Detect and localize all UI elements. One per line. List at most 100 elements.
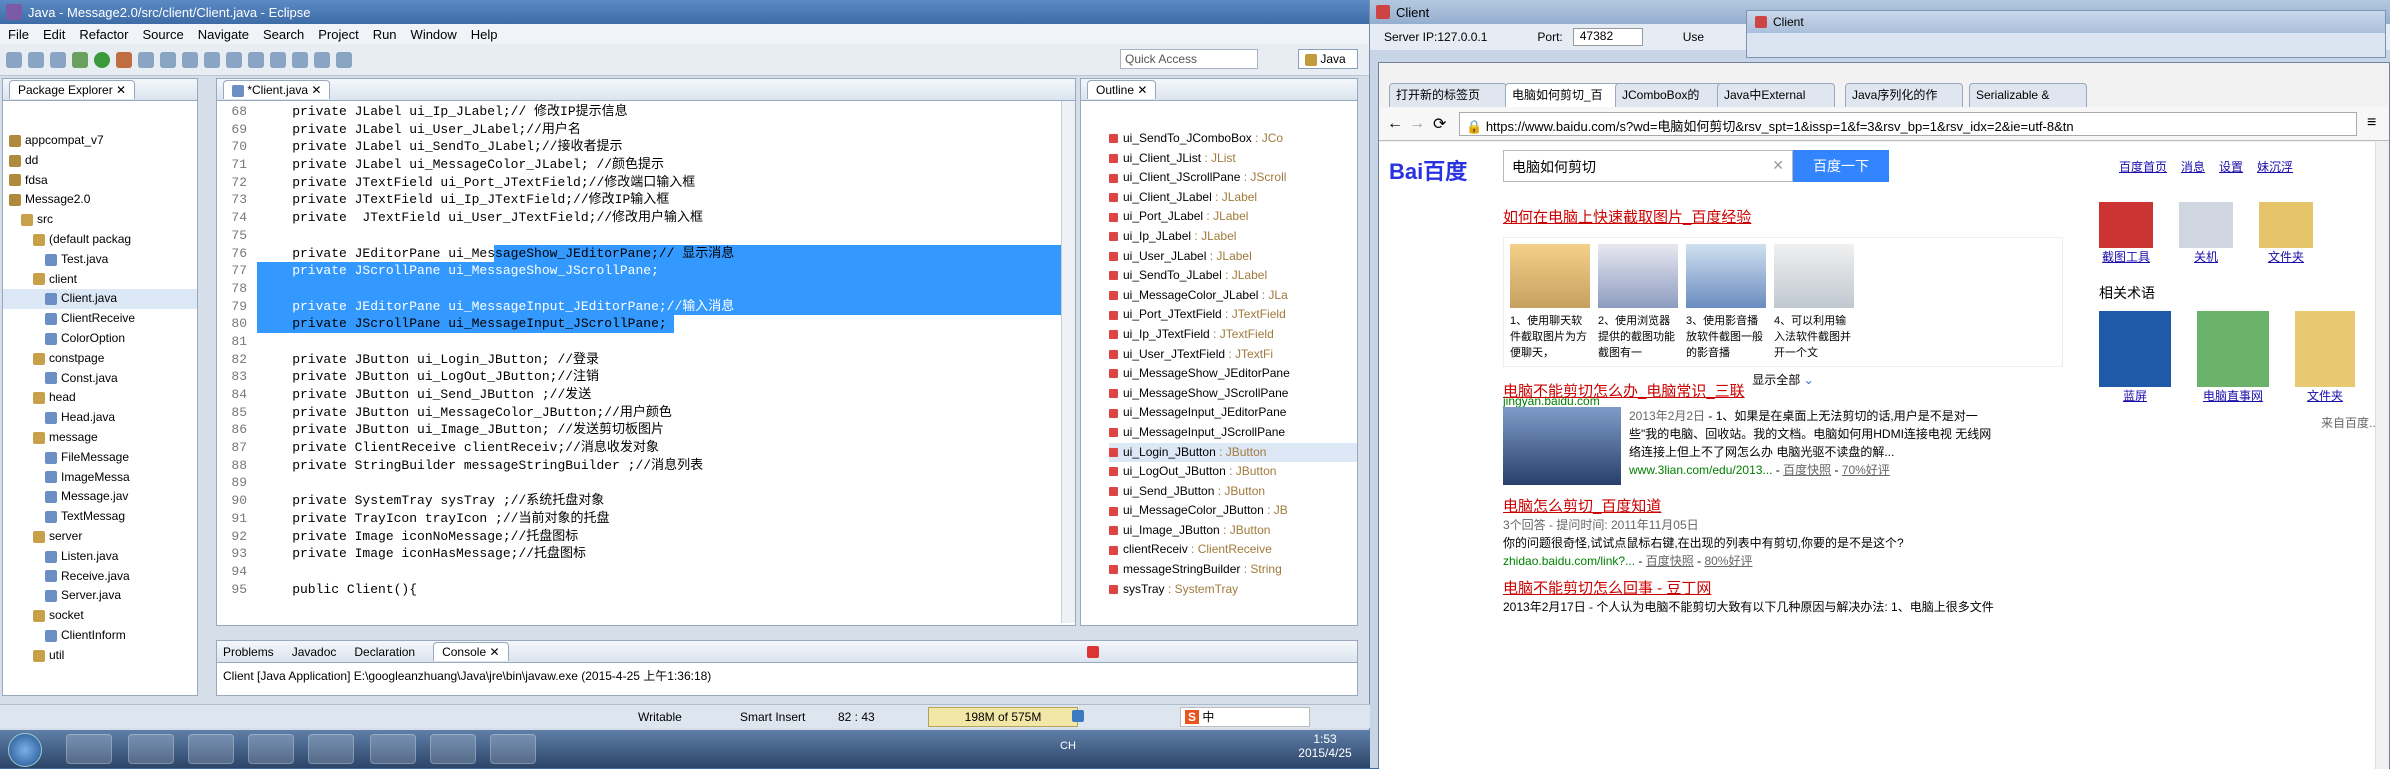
menu-source[interactable]: Source: [143, 27, 184, 42]
trash-gc-icon[interactable]: [1072, 710, 1084, 722]
code-line[interactable]: 90 private SystemTray sysTray ;//系统托盘对象: [217, 492, 1075, 510]
start-button[interactable]: [8, 733, 42, 767]
result-3-rate[interactable]: 80%好评: [1704, 554, 1752, 568]
step-3[interactable]: 3、使用影音播放软件截图一般的影音播: [1686, 244, 1766, 360]
code-line[interactable]: 86 private JButton ui_Image_JButton; //发…: [217, 421, 1075, 440]
outline-item[interactable]: ui_Client_JList : JList: [1109, 149, 1357, 169]
code-line[interactable]: 81: [217, 332, 1075, 351]
chrome-tab[interactable]: JComboBox的: [1615, 83, 1733, 107]
package-tree-item[interactable]: message: [3, 428, 197, 448]
explorer-taskbar-icon[interactable]: [66, 734, 112, 764]
result-3-title[interactable]: 电脑怎么剪切_百度知道: [1503, 498, 2063, 516]
new-class-icon[interactable]: [182, 51, 198, 68]
step-4[interactable]: 4、可以利用输入法软件截图并开一个文: [1774, 244, 1854, 360]
run-icon[interactable]: [94, 51, 110, 68]
code-line[interactable]: 89: [217, 474, 1075, 493]
port-field[interactable]: 47382: [1572, 28, 1643, 46]
related-3[interactable]: 文件夹: [2295, 311, 2355, 404]
outline-item[interactable]: ui_LogOut_JButton : JButton: [1109, 462, 1357, 482]
code-line[interactable]: 92 private Image iconNoMessage;//托盘图标: [217, 527, 1075, 546]
code-line[interactable]: 76 private JEditorPane ui_MessageShow_JE…: [217, 244, 1075, 263]
language-indicator[interactable]: CH: [1060, 740, 1076, 752]
menu-file[interactable]: File: [8, 27, 29, 42]
code-line[interactable]: 73 private JTextField ui_Ip_JTextField;/…: [217, 191, 1075, 210]
link-messages[interactable]: 消息: [2181, 158, 2205, 175]
outline-item[interactable]: clientReceiv : ClientReceive: [1109, 540, 1357, 560]
tab-problems[interactable]: Problems: [223, 645, 274, 659]
java-taskbar-icon-1[interactable]: [370, 734, 416, 764]
app-taskbar-icon[interactable]: [128, 734, 174, 764]
reload-icon[interactable]: ⟳: [1433, 114, 1446, 134]
menu-help[interactable]: Help: [471, 27, 498, 42]
package-tree-item[interactable]: FileMessage: [3, 448, 197, 468]
menu-icon[interactable]: ≡: [2367, 114, 2376, 132]
tab-javadoc[interactable]: Javadoc: [292, 645, 337, 659]
open-type-icon[interactable]: [204, 51, 220, 68]
outline-item[interactable]: ui_Login_JButton : JButton: [1109, 442, 1357, 463]
code-line[interactable]: 72 private JTextField ui_Port_JTextField…: [217, 173, 1075, 192]
menu-navigate[interactable]: Navigate: [198, 27, 249, 42]
package-tree-item[interactable]: client: [3, 270, 197, 290]
outline-item[interactable]: ui_SendTo_JComboBox : JCo: [1109, 129, 1357, 149]
package-tree-item[interactable]: ColorOption: [3, 329, 197, 349]
menu-window[interactable]: Window: [411, 27, 457, 42]
package-tree-item[interactable]: util: [3, 646, 197, 666]
link-settings[interactable]: 设置: [2219, 158, 2243, 175]
outline-item[interactable]: ui_User_JLabel : JLabel: [1109, 247, 1357, 267]
forward-arrow-icon[interactable]: →: [1409, 115, 1425, 133]
package-tree-item[interactable]: TextMessag: [3, 507, 197, 527]
package-tree-item[interactable]: Head.java: [3, 408, 197, 428]
outline-item[interactable]: ui_User_JTextField : JTextFi: [1109, 345, 1357, 365]
code-line[interactable]: 77 private JScrollPane ui_MessageShow_JS…: [217, 262, 1075, 280]
step-2[interactable]: 2、使用浏览器提供的截图功能截图有一: [1598, 244, 1678, 360]
new-package-icon[interactable]: [160, 51, 176, 68]
code-line[interactable]: 71 private JLabel ui_MessageColor_JLabel…: [217, 156, 1075, 174]
outline-item[interactable]: ui_SendTo_JLabel : JLabel: [1109, 266, 1357, 286]
step-1[interactable]: 1、使用聊天软件截取图片为方便聊天，: [1510, 244, 1590, 360]
outline-item[interactable]: ui_MessageShow_JEditorPane: [1109, 364, 1357, 384]
baidu-logo[interactable]: Bai百度: [1389, 154, 1467, 186]
code-line[interactable]: 87 private ClientReceive clientReceiv;//…: [217, 439, 1075, 457]
package-tree-item[interactable]: socket: [3, 606, 197, 626]
code-line[interactable]: 83 private JButton ui_LogOut_JButton;//注…: [217, 368, 1075, 386]
page-scrollbar[interactable]: [2375, 142, 2389, 769]
network-taskbar-icon[interactable]: [188, 734, 234, 764]
prev-annotation-icon[interactable]: [292, 51, 308, 68]
code-line[interactable]: 91 private TrayIcon trayIcon ;//当前对象的托盘: [217, 509, 1075, 528]
java-taskbar-icon-2[interactable]: [430, 734, 476, 764]
code-line[interactable]: 79 private JEditorPane ui_MessageInput_J…: [217, 297, 1075, 316]
package-tree-item[interactable]: (default packag: [3, 230, 197, 250]
quick-access-input[interactable]: Quick Access: [1120, 49, 1258, 69]
result-4-title[interactable]: 电脑不能剪切怎么回事 - 豆丁网: [1503, 580, 2063, 598]
debug-icon[interactable]: [72, 51, 88, 68]
new-java-project-icon[interactable]: [138, 51, 154, 68]
right-icon-2[interactable]: 关机: [2179, 202, 2233, 265]
chrome-taskbar-icon[interactable]: [248, 734, 294, 764]
save-icon[interactable]: [28, 51, 44, 68]
package-tree-item[interactable]: Listen.java: [3, 547, 197, 567]
right-icon-3[interactable]: 文件夹: [2259, 202, 2313, 265]
package-tree-item[interactable]: constpage: [3, 349, 197, 369]
outline-item[interactable]: sysTray : SystemTray: [1109, 580, 1357, 600]
java-perspective-button[interactable]: Java: [1298, 49, 1358, 69]
heap-status[interactable]: 198M of 575M: [928, 707, 1078, 727]
code-line[interactable]: 88 private StringBuilder messageStringBu…: [217, 456, 1075, 475]
chrome-tab[interactable]: Java中External: [1717, 83, 1835, 107]
outline-item[interactable]: ui_Send_JButton : JButton: [1109, 482, 1357, 502]
outline-item[interactable]: ui_Ip_JTextField : JTextField: [1109, 325, 1357, 345]
print-icon[interactable]: [50, 51, 66, 68]
outline-item[interactable]: ui_Port_JLabel : JLabel: [1109, 207, 1357, 227]
clock[interactable]: 1:53 2015/4/25: [1290, 732, 1360, 760]
result-2-rate[interactable]: 70%好评: [1842, 463, 1890, 477]
code-line[interactable]: 69 private JLabel ui_User_JLabel;//用户名: [217, 120, 1075, 139]
package-tree-item[interactable]: ClientReceive: [3, 309, 197, 329]
code-area[interactable]: 68 private JLabel ui_Ip_JLabel;// 修改IP提示…: [217, 101, 1075, 599]
package-tree-item[interactable]: fdsa: [3, 171, 197, 191]
menu-refactor[interactable]: Refactor: [79, 27, 128, 42]
menu-search[interactable]: Search: [263, 27, 304, 42]
package-tree-item[interactable]: server: [3, 527, 197, 547]
back-arrow-icon[interactable]: ←: [1387, 115, 1403, 133]
code-line[interactable]: 85 private JButton ui_MessageColor_JButt…: [217, 403, 1075, 422]
code-line[interactable]: 94: [217, 562, 1075, 581]
code-line[interactable]: 75: [217, 226, 1075, 245]
